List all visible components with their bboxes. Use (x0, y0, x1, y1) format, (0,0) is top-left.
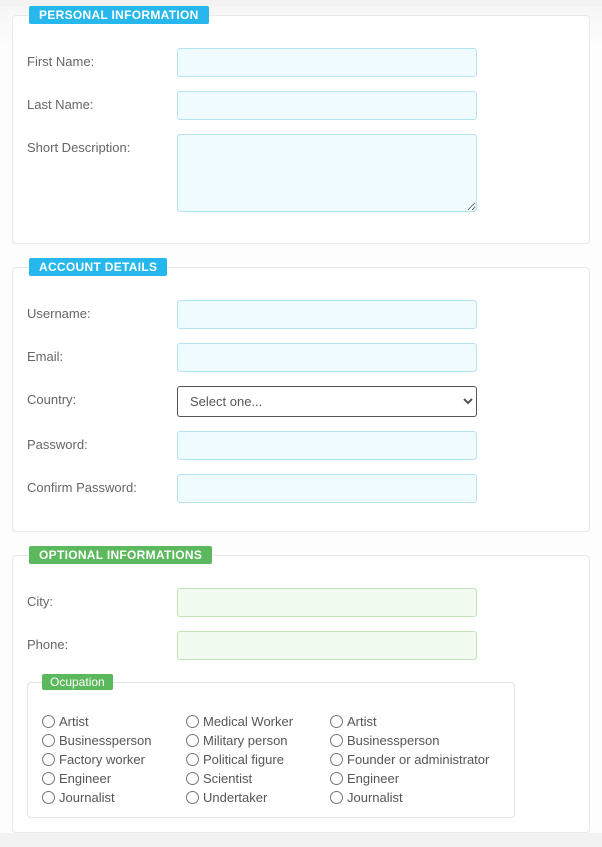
occupation-col-1: Artist Businessperson Factory worker Eng… (42, 712, 170, 807)
occupation-radio[interactable] (42, 715, 55, 728)
first-name-input[interactable] (177, 48, 477, 77)
occupation-radio[interactable] (42, 734, 55, 747)
row-username: Username: (27, 300, 575, 329)
occupation-radio[interactable] (330, 753, 343, 766)
occupation-option[interactable]: Political figure (186, 750, 314, 769)
label-short-desc: Short Description: (27, 134, 177, 155)
occupation-col-2: Medical Worker Military person Political… (186, 712, 314, 807)
occupation-option[interactable]: Artist (330, 712, 500, 731)
label-country: Country: (27, 386, 177, 407)
label-city: City: (27, 588, 177, 609)
label-first-name: First Name: (27, 48, 177, 69)
heading-optional: Optional Informations (29, 546, 212, 564)
occupation-option[interactable]: Journalist (330, 788, 500, 807)
row-phone: Phone: (27, 631, 575, 660)
confirm-password-input[interactable] (177, 474, 477, 503)
heading-personal: Personal Information (29, 6, 209, 24)
occupation-radio[interactable] (42, 791, 55, 804)
occupation-option[interactable]: Businessperson (330, 731, 500, 750)
occupation-option[interactable]: Engineer (330, 769, 500, 788)
email-input[interactable] (177, 343, 477, 372)
last-name-input[interactable] (177, 91, 477, 120)
registration-form-page: Personal Information First Name: Last Na… (0, 6, 602, 833)
occupation-radio[interactable] (186, 715, 199, 728)
heading-account: Account Details (29, 258, 167, 276)
city-input[interactable] (177, 588, 477, 617)
occupation-radio[interactable] (330, 734, 343, 747)
occupation-option[interactable]: Scientist (186, 769, 314, 788)
occupation-option[interactable]: Businessperson (42, 731, 170, 750)
occupation-option[interactable]: Engineer (42, 769, 170, 788)
row-email: Email: (27, 343, 575, 372)
label-username: Username: (27, 300, 177, 321)
occupation-radio[interactable] (330, 791, 343, 804)
row-country: Country: Select one... (27, 386, 575, 417)
occupation-option[interactable]: Military person (186, 731, 314, 750)
section-personal: Personal Information First Name: Last Na… (12, 6, 590, 244)
occupation-radio[interactable] (42, 753, 55, 766)
occupation-radio[interactable] (186, 791, 199, 804)
occupation-option[interactable]: Journalist (42, 788, 170, 807)
occupation-col-3: Artist Businessperson Founder or adminis… (330, 712, 500, 807)
occupation-option[interactable]: Medical Worker (186, 712, 314, 731)
country-select[interactable]: Select one... (177, 386, 477, 417)
row-password: Password: (27, 431, 575, 460)
occupation-heading: Ocupation (42, 674, 113, 690)
row-last-name: Last Name: (27, 91, 575, 120)
section-optional: Optional Informations City: Phone: Ocupa… (12, 546, 590, 833)
occupation-radio[interactable] (186, 753, 199, 766)
label-password: Password: (27, 431, 177, 452)
occupation-option[interactable]: Factory worker (42, 750, 170, 769)
row-city: City: (27, 588, 575, 617)
occupation-radio[interactable] (186, 734, 199, 747)
phone-input[interactable] (177, 631, 477, 660)
label-confirm-password: Confirm Password: (27, 474, 177, 495)
occupation-radio[interactable] (330, 772, 343, 785)
label-email: Email: (27, 343, 177, 364)
occupation-option[interactable]: Founder or administrator (330, 750, 500, 769)
occupation-columns: Artist Businessperson Factory worker Eng… (42, 712, 500, 807)
occupation-group: Ocupation Artist Businessperson Factory … (27, 674, 515, 818)
label-phone: Phone: (27, 631, 177, 652)
section-account: Account Details Username: Email: Country… (12, 258, 590, 532)
row-short-desc: Short Description: (27, 134, 575, 215)
username-input[interactable] (177, 300, 477, 329)
occupation-radio[interactable] (330, 715, 343, 728)
occupation-option[interactable]: Undertaker (186, 788, 314, 807)
occupation-radio[interactable] (42, 772, 55, 785)
occupation-radio[interactable] (186, 772, 199, 785)
label-last-name: Last Name: (27, 91, 177, 112)
row-first-name: First Name: (27, 48, 575, 77)
password-input[interactable] (177, 431, 477, 460)
occupation-option[interactable]: Artist (42, 712, 170, 731)
row-confirm-password: Confirm Password: (27, 474, 575, 503)
short-desc-textarea[interactable] (177, 134, 477, 212)
